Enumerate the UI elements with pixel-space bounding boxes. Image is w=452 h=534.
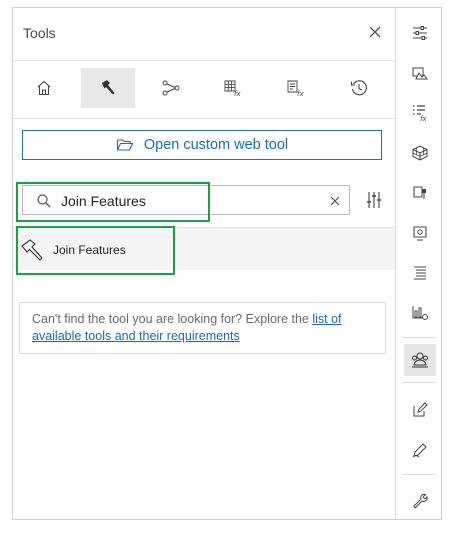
rail-divider	[402, 337, 436, 338]
svg-text:fx: fx	[234, 90, 241, 98]
settings-box-icon	[413, 226, 427, 241]
rail-item-settings[interactable]	[404, 17, 436, 49]
table-fx-icon: fx	[224, 80, 241, 98]
rail-item-export[interactable]	[404, 177, 436, 209]
rail-item-tools[interactable]	[404, 484, 436, 516]
open-custom-web-tool-label: Open custom web tool	[143, 137, 289, 153]
divider	[13, 60, 395, 61]
rail-divider	[402, 382, 436, 383]
tab-history[interactable]	[332, 68, 386, 108]
layer-export-icon	[413, 186, 426, 199]
rail-item-expressions[interactable]: fx	[404, 97, 436, 129]
sliders-icon	[367, 192, 381, 208]
history-icon	[350, 80, 367, 96]
rail-item-chart[interactable]	[404, 297, 436, 329]
list-fx-icon: fx	[287, 80, 304, 98]
hammer-icon	[102, 80, 115, 95]
search-highlight	[16, 182, 210, 222]
rail-item-people[interactable]	[404, 344, 436, 376]
rail-item-edit[interactable]	[404, 394, 436, 426]
tab-tools[interactable]	[81, 68, 135, 108]
rail-item-align[interactable]	[404, 257, 436, 289]
cube-icon	[412, 145, 428, 161]
rail-item-config[interactable]	[404, 217, 436, 249]
align-icon	[414, 266, 426, 280]
tool-tabs: fx fx	[13, 68, 395, 108]
pen-icon	[412, 443, 427, 458]
divider	[13, 118, 395, 119]
home-icon	[37, 80, 51, 96]
chart-settings-icon	[412, 306, 428, 320]
clear-search-button[interactable]	[327, 193, 343, 209]
tab-list-fx[interactable]: fx	[269, 68, 323, 108]
svg-text:fx: fx	[420, 115, 427, 123]
close-button[interactable]	[365, 22, 385, 42]
tab-table-fx[interactable]: fx	[206, 68, 260, 108]
folder-open-icon	[116, 139, 134, 151]
list-fx-icon: fx	[413, 105, 427, 123]
svg-text:fx: fx	[297, 90, 304, 98]
notice-text: Can't find the tool you are looking for?…	[32, 312, 313, 326]
tab-home[interactable]	[17, 68, 71, 108]
sliders-icon	[413, 26, 427, 40]
tools-window: Tools fx fx Open custom web tool Join Fe…	[12, 7, 442, 520]
rail-item-pen[interactable]	[404, 434, 436, 466]
panel-title: Tools	[23, 25, 56, 41]
people-icon	[412, 352, 428, 368]
rail-divider	[402, 474, 436, 475]
flow-icon	[162, 80, 180, 96]
result-highlight	[16, 226, 175, 275]
map-layers-icon	[412, 67, 428, 80]
rail-item-3d[interactable]	[404, 137, 436, 169]
tab-flow[interactable]	[144, 68, 198, 108]
rail-item-map[interactable]	[404, 57, 436, 89]
tools-panel: Tools fx fx Open custom web tool Join Fe…	[13, 8, 395, 519]
close-icon	[369, 26, 381, 38]
wrench-icon	[413, 493, 428, 509]
help-notice: Can't find the tool you are looking for?…	[19, 302, 386, 354]
edit-icon	[413, 402, 428, 417]
open-custom-web-tool-button[interactable]: Open custom web tool	[22, 130, 382, 160]
filter-button[interactable]	[364, 190, 384, 210]
right-rail: fx	[395, 8, 441, 519]
close-icon	[330, 196, 340, 206]
